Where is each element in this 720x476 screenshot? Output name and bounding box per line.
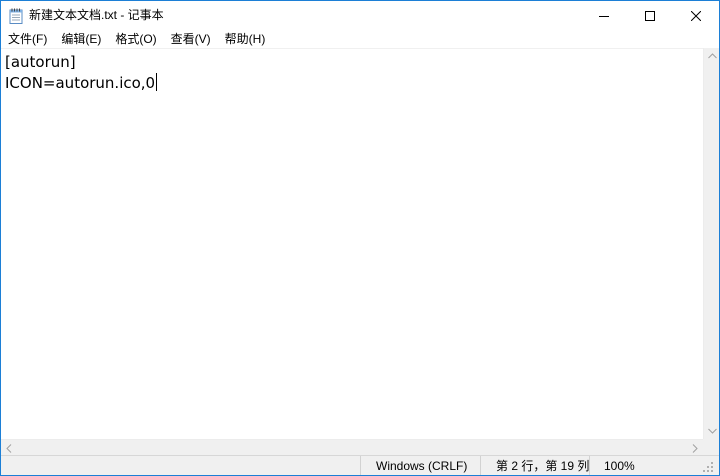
close-icon <box>691 10 701 21</box>
chevron-left-icon <box>6 443 12 453</box>
notepad-icon <box>9 8 23 24</box>
menu-file[interactable]: 文件(F) <box>1 30 54 48</box>
window-title: 新建文本文档.txt - 记事本 <box>29 8 164 22</box>
title-bar[interactable]: 新建文本文档.txt - 记事本 <box>1 1 719 30</box>
scroll-down-button[interactable] <box>704 423 719 439</box>
text-editor[interactable]: [autorun] ICON=autorun.ico,0 <box>1 48 703 440</box>
scroll-up-button[interactable] <box>704 48 719 64</box>
maximize-button[interactable] <box>627 1 673 30</box>
editor-line-text: ICON=autorun.ico,0 <box>5 74 156 92</box>
editor-line-text: [autorun] <box>5 53 76 71</box>
maximize-icon <box>645 10 655 21</box>
menu-view[interactable]: 查看(V) <box>164 30 218 48</box>
status-cursor-position: 第 2 行，第 19 列 <box>480 456 602 475</box>
menu-bar: 文件(F) 编辑(E) 格式(O) 查看(V) 帮助(H) <box>1 30 719 48</box>
status-bar: Windows (CRLF) 第 2 行，第 19 列 100% <box>1 455 719 475</box>
horizontal-scrollbar[interactable] <box>1 439 703 456</box>
chevron-up-icon <box>707 53 717 59</box>
editor-line: ICON=autorun.ico,0 <box>5 73 158 94</box>
minimize-button[interactable] <box>581 1 627 30</box>
minimize-icon <box>599 15 609 17</box>
close-button[interactable] <box>673 1 719 30</box>
scroll-left-button[interactable] <box>1 440 17 456</box>
vertical-scrollbar[interactable] <box>703 48 719 439</box>
menu-help[interactable]: 帮助(H) <box>218 30 273 48</box>
text-caret <box>156 73 158 91</box>
resize-grip-icon[interactable] <box>699 458 715 474</box>
status-zoom-level: 100% <box>589 456 664 475</box>
editor-line: [autorun] <box>5 52 76 73</box>
notepad-window: 新建文本文档.txt - 记事本 文件(F) 编辑(E) 格式(O) 查看(V)… <box>0 0 720 476</box>
menu-format[interactable]: 格式(O) <box>108 30 163 48</box>
menu-edit[interactable]: 编辑(E) <box>54 30 108 48</box>
scroll-right-button[interactable] <box>687 440 703 456</box>
status-line-ending: Windows (CRLF) <box>360 456 490 475</box>
chevron-down-icon <box>707 428 717 434</box>
scrollbar-corner <box>703 439 719 455</box>
chevron-right-icon <box>692 443 698 453</box>
